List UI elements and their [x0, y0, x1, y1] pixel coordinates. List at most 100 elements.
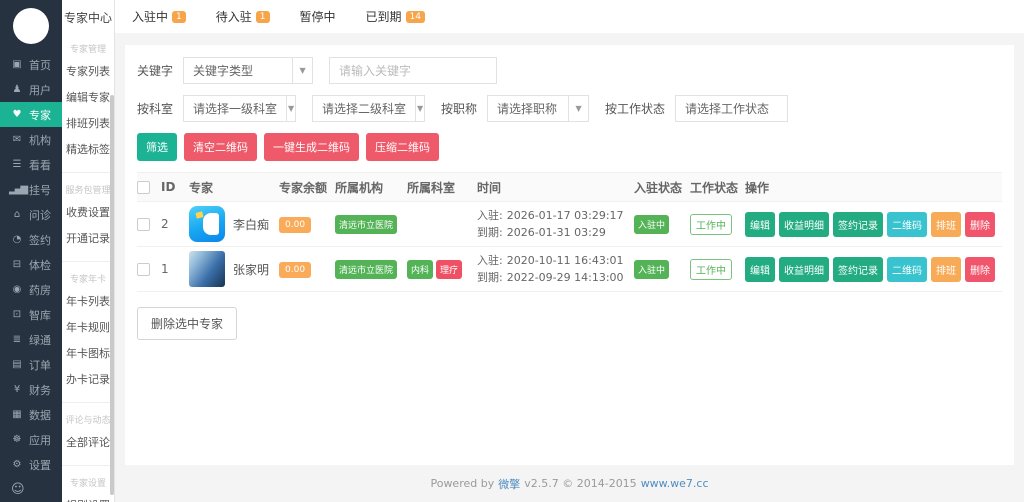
status-badge: 入驻中: [634, 259, 670, 279]
submenu-item[interactable]: 办卡记录: [62, 366, 114, 392]
sidebar-item-experts[interactable]: ♥ 专家: [0, 102, 62, 127]
sidebar-item-orgs[interactable]: ✉ 机构: [0, 127, 62, 152]
time-value: 2020-10-11 16:43:01: [506, 254, 624, 267]
submenu-title: 专家中心: [63, 11, 112, 25]
select-value: 请选择职称: [497, 102, 558, 116]
sidebar-item-data[interactable]: ▦ 数据: [0, 402, 62, 427]
bulk-delete-button[interactable]: 删除选中专家: [137, 307, 238, 340]
title-select[interactable]: 请选择职称 ▼: [487, 95, 590, 122]
sidebar-item-checkup[interactable]: ⊟ 体检: [0, 252, 62, 277]
select-value: 关键字类型: [193, 64, 254, 78]
sidebar-item-consult[interactable]: ⌂ 问诊: [0, 202, 62, 227]
select-all-checkbox[interactable]: [137, 180, 150, 194]
submenu-item[interactable]: 全部评论: [62, 429, 114, 455]
sidebar-item-apps[interactable]: ☸ 应用: [0, 427, 62, 452]
submenu-scrollbar[interactable]: [110, 95, 114, 495]
desktop-icon: ▣: [12, 59, 21, 70]
dept-badge[interactable]: 内科: [407, 259, 434, 279]
filter-button[interactable]: 筛选: [137, 133, 177, 161]
qrcode-button[interactable]: 二维码: [887, 211, 927, 237]
schedule-button[interactable]: 排班: [931, 256, 961, 282]
brand-link[interactable]: 微擎: [498, 476, 520, 492]
money-icon: ¥: [13, 384, 20, 395]
submenu-section: 专家年卡 年卡列表 年卡规则 年卡图标 办卡记录: [62, 261, 114, 398]
tab-expired[interactable]: 已到期 14: [351, 0, 440, 33]
compress-qrcode-button[interactable]: 压缩二维码: [366, 133, 439, 161]
sidebar-item-register[interactable]: ▂▄▆ 挂号: [0, 177, 62, 202]
schedule-button[interactable]: 排班: [931, 211, 961, 237]
work-status-select[interactable]: 请选择工作状态: [675, 95, 789, 122]
sidebar-item-pharmacy[interactable]: ◉ 药房: [0, 277, 62, 302]
expert-avatar[interactable]: [189, 206, 225, 242]
sidebar-item-library[interactable]: ⊡ 智库: [0, 302, 62, 327]
sidebar-item-contract[interactable]: ◔ 签约: [0, 227, 62, 252]
user-avatar[interactable]: [13, 8, 49, 44]
submenu-item[interactable]: 年卡列表: [62, 288, 114, 314]
sidebar-item-label: 应用: [29, 433, 51, 447]
sidebar-item-finance[interactable]: ¥ 财务: [0, 377, 62, 402]
sidebar-item-label: 设置: [29, 458, 51, 472]
submenu-item[interactable]: 年卡图标: [62, 340, 114, 366]
sidebar-item-label: 专家: [29, 108, 51, 122]
home-icon: ⌂: [13, 209, 20, 220]
earnings-button[interactable]: 收益明细: [779, 256, 829, 282]
sidebar-item-label: 用户: [29, 83, 51, 97]
earnings-button[interactable]: 收益明细: [779, 211, 829, 237]
sidebar-item-users[interactable]: ♟ 用户: [0, 77, 62, 102]
row-checkbox[interactable]: [137, 217, 150, 231]
row-checkbox[interactable]: [137, 262, 150, 276]
sidebar-item-label: 机构: [29, 133, 51, 147]
submenu-sections: 专家管理 专家列表 编辑专家 排班列表 精选标签 服务包管理 收费设置 开通记录 专家年卡 年卡列…: [62, 36, 114, 502]
submenu-item[interactable]: 年卡规则: [62, 314, 114, 340]
tab-paused[interactable]: 暂停中: [285, 0, 351, 33]
title-label: 按职称: [441, 102, 478, 116]
list-icon: ≣: [12, 334, 21, 345]
tab-residing[interactable]: 入驻中 1: [117, 0, 201, 33]
sign-records-button[interactable]: 签约记录: [833, 211, 883, 237]
sidebar-item-kankan[interactable]: ☰ 看看: [0, 152, 62, 177]
sidebar-item-orders[interactable]: ▤ 订单: [0, 352, 62, 377]
time-line: 到期: 2022-09-29 14:13:00: [477, 269, 630, 286]
dept-badge[interactable]: 理疗: [436, 259, 463, 279]
submenu-item[interactable]: 专家列表: [62, 58, 114, 84]
sidebar-item-settings[interactable]: ⚙ 设置: [0, 452, 62, 477]
qrcode-button[interactable]: 二维码: [887, 256, 927, 282]
column-header: ID: [161, 180, 176, 194]
generate-qrcode-button[interactable]: 一键生成二维码: [264, 133, 359, 161]
submenu-item[interactable]: 开通记录: [62, 225, 114, 251]
org-badge[interactable]: 清远市立医院: [335, 259, 398, 279]
delete-button[interactable]: 删除: [965, 211, 995, 237]
keyword-type-select[interactable]: 关键字类型 ▼: [183, 57, 314, 84]
submenu-item[interactable]: 排班列表: [62, 110, 114, 136]
sidebar-item-label: 财务: [29, 383, 51, 397]
sidebar-item-home[interactable]: ▣ 首页: [0, 52, 62, 77]
expert-avatar[interactable]: [189, 251, 225, 287]
expert-name: 李白痴: [233, 217, 270, 232]
select-value: 请选择二级科室: [322, 102, 407, 116]
clear-qrcode-button[interactable]: 清空二维码: [184, 133, 257, 161]
org-badge[interactable]: 清远市立医院: [335, 214, 398, 234]
row-id: 1: [161, 262, 169, 276]
edit-button[interactable]: 编辑: [745, 211, 775, 237]
sidebar-item-greenway[interactable]: ≣ 绿通: [0, 327, 62, 352]
sidebar-item-label: 首页: [29, 58, 51, 72]
chevron-down-icon: ▼: [415, 96, 424, 121]
submenu-item[interactable]: 规则设置: [62, 492, 114, 502]
keyword-input[interactable]: [329, 57, 498, 84]
status-badge: 入驻中: [634, 214, 670, 234]
heart-icon: ♥: [12, 109, 22, 120]
footer-link[interactable]: www.we7.cc: [641, 477, 709, 490]
chevron-down-icon: ▼: [292, 58, 312, 83]
sign-records-button[interactable]: 签约记录: [833, 256, 883, 282]
tab-pending[interactable]: 待入驻 1: [201, 0, 285, 33]
submenu-item[interactable]: 收费设置: [62, 199, 114, 225]
submenu-item[interactable]: 精选标签: [62, 136, 114, 162]
sidebar-item-label: 药房: [29, 283, 51, 297]
dept-level1-select[interactable]: 请选择一级科室 ▼: [183, 95, 297, 122]
dept-level2-select[interactable]: 请选择二级科室 ▼: [312, 95, 426, 122]
delete-button[interactable]: 删除: [965, 256, 995, 282]
edit-button[interactable]: 编辑: [745, 256, 775, 282]
time-label: 到期:: [477, 226, 503, 239]
account-icon[interactable]: ☺: [11, 482, 25, 497]
submenu-item[interactable]: 编辑专家: [62, 84, 114, 110]
